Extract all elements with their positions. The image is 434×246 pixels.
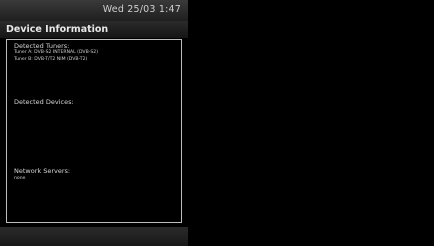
- device-info-panel: Wed 25/03 1:47 Device Information Detect…: [0, 0, 188, 246]
- bottom-bar: [0, 227, 188, 246]
- network-value: none: [14, 176, 26, 181]
- tuner-a-line: Tuner A: DVB-S2 INTERNAL (DVB-S2): [14, 50, 99, 55]
- devices-heading: Detected Devices:: [14, 98, 74, 106]
- tuners-heading: Detected Tuners:: [14, 42, 70, 50]
- title-bar: Device Information: [0, 21, 188, 38]
- device-info-box: Detected Tuners: Tuner A: DVB-S2 INTERNA…: [6, 39, 182, 223]
- network-heading: Network Servers:: [14, 167, 71, 175]
- status-bar: Wed 25/03 1:47: [0, 0, 188, 21]
- page-title: Device Information: [6, 24, 109, 35]
- date-time-display: Wed 25/03 1:47: [102, 4, 181, 15]
- screen: Wed 25/03 1:47 Device Information Detect…: [0, 0, 434, 246]
- tuner-b-line: Tuner B: DVB-T/T2 NIM (DVB-T2): [14, 57, 88, 62]
